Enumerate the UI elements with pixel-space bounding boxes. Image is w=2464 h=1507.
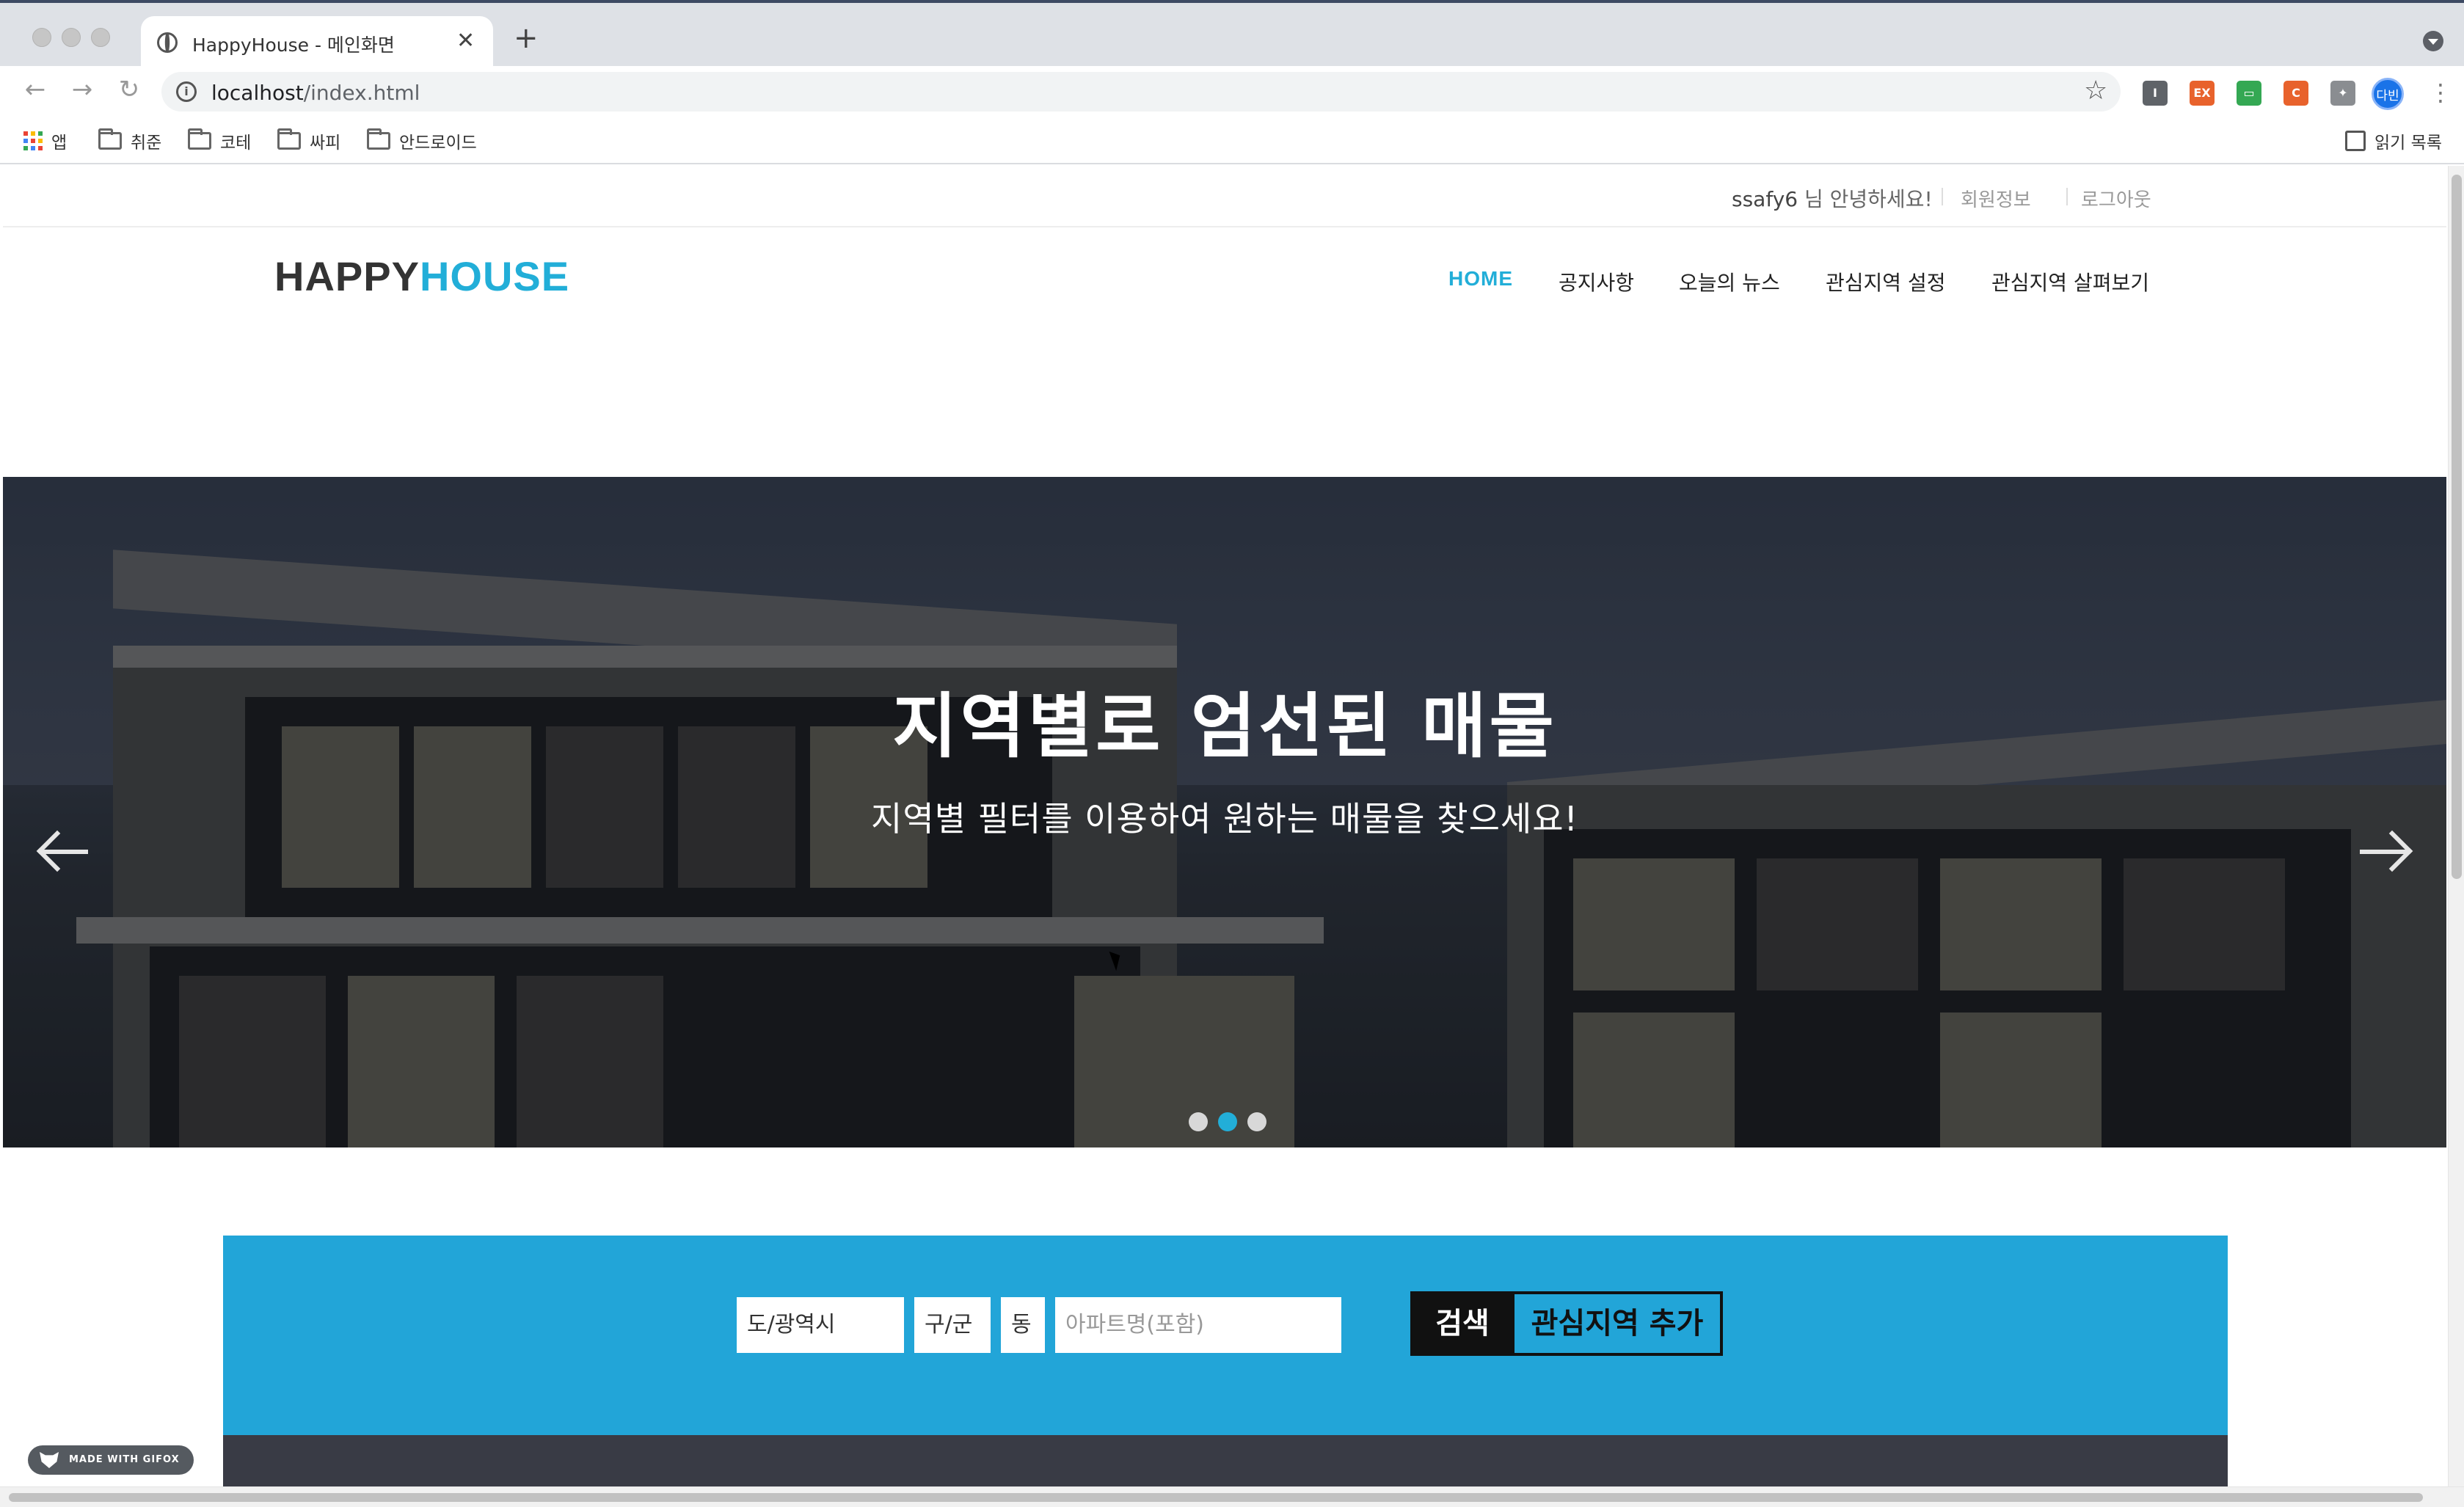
hero-subtitle: 지역별 필터를 이용하여 원하는 매물을 찾으세요! — [871, 799, 1578, 839]
greeting-user: ssafy6 — [1732, 187, 1798, 211]
divider — [1942, 188, 1943, 205]
browser-tab-strip: HappyHouse - 메인화면 ✕ + — [0, 0, 2464, 69]
watermark-text: MADE WITH GIFOX — [69, 1454, 180, 1465]
hero-carousel: 지역별로 엄선된 매물 지역별 필터를 이용하여 원하는 매물을 찾으세요! — [3, 477, 2446, 1147]
browser-menu-icon[interactable]: ⋮ — [2429, 78, 2452, 107]
new-tab-button[interactable]: + — [514, 23, 539, 53]
url-text[interactable]: localhost/index.html — [211, 81, 420, 105]
dong-select[interactable]: 동 — [1001, 1297, 1045, 1353]
logout-link[interactable]: 로그아웃 — [2081, 185, 2151, 212]
tab-close-icon[interactable]: ✕ — [456, 26, 475, 56]
apartment-name-input[interactable]: 아파트명(포함) — [1055, 1297, 1341, 1353]
bookmark-star-icon[interactable]: ☆ — [2084, 75, 2107, 107]
logo-happy: HAPPY — [274, 253, 420, 299]
nav-news[interactable]: 오늘의 뉴스 — [1679, 267, 1780, 296]
window-minimize-dot[interactable] — [62, 28, 81, 47]
sido-select[interactable]: 도/광역시 — [737, 1297, 904, 1353]
search-results-header — [223, 1435, 2228, 1486]
ext-i-icon[interactable]: I — [2143, 81, 2168, 106]
profile-avatar[interactable]: 다빈 — [2372, 78, 2404, 110]
user-topbar: ssafy6 님 안녕하세요! 회원정보 로그아웃 — [3, 166, 2446, 227]
ext-c-icon[interactable]: C — [2283, 81, 2308, 106]
bookmark-label: 싸피 — [310, 134, 341, 153]
horizontal-scrollbar[interactable] — [0, 1486, 2464, 1507]
bookmark-apps[interactable]: 앱 — [23, 128, 67, 154]
ext-screen-icon[interactable]: ▭ — [2237, 81, 2261, 106]
nav-notice[interactable]: 공지사항 — [1559, 267, 1634, 296]
reload-icon[interactable]: ↻ — [113, 73, 145, 106]
logo-house: HOUSE — [419, 253, 570, 299]
puzzle-icon[interactable]: ✦ — [2330, 81, 2355, 106]
bookmark-folder-싸피[interactable]: 싸피 — [277, 128, 340, 154]
member-info-link[interactable]: 회원정보 — [1961, 185, 2031, 212]
carousel-indicator-2[interactable] — [1218, 1112, 1237, 1131]
folder-icon — [277, 128, 301, 150]
nav-interest-browse[interactable]: 관심지역 살펴보기 — [1991, 267, 2149, 296]
gifox-watermark: MADE WITH GIFOX — [28, 1445, 194, 1475]
folder-icon — [98, 128, 122, 150]
tab-title: HappyHouse - 메인화면 — [192, 34, 395, 56]
back-icon[interactable]: ← — [19, 73, 51, 106]
nav-home[interactable]: HOME — [1448, 267, 1513, 291]
bookmark-folder-안드로이드[interactable]: 안드로이드 — [367, 128, 477, 154]
reading-list-icon — [2345, 131, 2366, 151]
folder-icon — [367, 128, 390, 150]
gugun-select[interactable]: 구/군 — [914, 1297, 991, 1353]
url-host: localhost — [211, 81, 304, 105]
reading-list-label: 읽기 목록 — [2374, 134, 2442, 153]
window-close-dot[interactable] — [32, 28, 51, 47]
search-button-group: 검색 관심지역 추가 — [1410, 1291, 1723, 1356]
apps-grid-icon — [23, 131, 43, 150]
url-path: /index.html — [303, 81, 420, 105]
bookmark-folder-코테[interactable]: 코테 — [188, 128, 251, 154]
hero-title: 지역별로 엄선된 매물 — [892, 685, 1557, 767]
site-info-icon[interactable]: i — [176, 81, 197, 102]
gifox-fox-icon — [40, 1452, 59, 1468]
browser-toolbar: ← → ↻ i localhost/index.html ☆ I EX ▭ C ✦ 다빈… — [0, 66, 2464, 117]
divider — [2066, 188, 2068, 205]
bookmark-label: 앱 — [51, 134, 68, 153]
bookmark-folder-취준[interactable]: 취준 — [98, 128, 161, 154]
carousel-indicator-3[interactable] — [1247, 1112, 1266, 1131]
tab-search-icon[interactable] — [2423, 31, 2443, 51]
carousel-prev-arrow-icon[interactable] — [35, 829, 94, 873]
bookmark-label: 코테 — [220, 134, 252, 153]
nav-interest-setting[interactable]: 관심지역 설정 — [1826, 267, 1945, 296]
site-logo[interactable]: HAPPYHOUSE — [274, 252, 569, 300]
globe-icon — [157, 32, 178, 53]
ext-ex-icon[interactable]: EX — [2190, 81, 2215, 106]
bookmarks-bar: 앱 취준 코테 싸피 안드로이드 읽기 목록 — [0, 117, 2464, 164]
browser-tab-active[interactable]: HappyHouse - 메인화면 ✕ — [141, 16, 493, 69]
reading-list-button[interactable]: 읽기 목록 — [2345, 128, 2442, 154]
greeting-text: ssafy6 님 안녕하세요! — [1732, 183, 1933, 213]
carousel-indicator-1[interactable] — [1189, 1112, 1208, 1131]
scrollbar-thumb[interactable] — [2452, 175, 2462, 879]
bookmark-label: 취준 — [131, 134, 162, 153]
scrollbar-thumb[interactable] — [9, 1493, 2423, 1502]
forward-icon[interactable]: → — [66, 73, 98, 106]
vertical-scrollbar[interactable] — [2448, 166, 2464, 1486]
greeting-suffix: 님 안녕하세요! — [1798, 187, 1933, 211]
address-bar[interactable]: i localhost/index.html ☆ — [161, 72, 2121, 112]
folder-icon — [188, 128, 211, 150]
search-button[interactable]: 검색 — [1413, 1294, 1512, 1353]
web-page: ssafy6 님 안녕하세요! 회원정보 로그아웃 HAPPYHOUSE HOM… — [3, 166, 2446, 1486]
bookmark-label: 안드로이드 — [399, 134, 477, 153]
add-interest-button[interactable]: 관심지역 추가 — [1512, 1294, 1720, 1353]
window-zoom-dot[interactable] — [91, 28, 110, 47]
carousel-next-arrow-icon[interactable] — [2355, 829, 2414, 873]
